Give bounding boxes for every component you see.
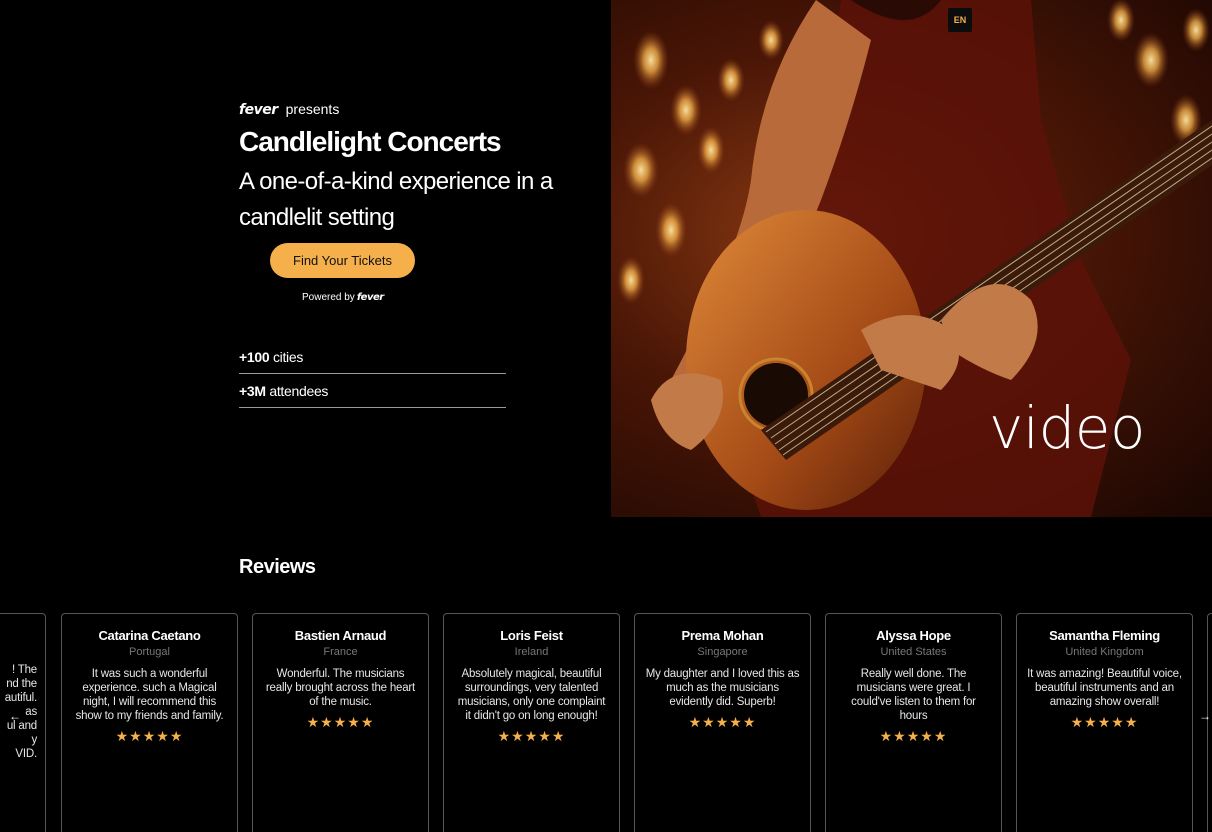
review-card: Bastien Arnaud France Wonderful. The mus…: [252, 613, 429, 832]
page-subtitle: A one-of-a-kind experience in a candleli…: [239, 168, 553, 231]
review-card: Prema Mohan Singapore My daughter and I …: [634, 613, 811, 832]
review-stars: ★★★★★: [688, 714, 757, 730]
stat-attendees-value: +3M: [239, 383, 266, 399]
review-country: United States: [880, 646, 947, 658]
review-text: Wonderful. The musicians really brought …: [265, 668, 416, 708]
review-country: France: [323, 646, 358, 658]
review-country: Portugal: [129, 646, 170, 658]
review-text: My daughter and I loved this as much as …: [645, 668, 800, 708]
stat-cities-value: +100: [239, 349, 270, 365]
video-label: video: [989, 394, 1145, 462]
review-text: Absolutely magical, beautiful surroundin…: [457, 668, 606, 722]
review-name: lva: [0, 628, 45, 643]
powered-by-logo: fever: [356, 292, 384, 303]
powered-by: Powered by fever: [302, 292, 384, 303]
stat-cities: +100 cities: [239, 349, 506, 374]
review-stars: ★★★★★: [879, 728, 948, 744]
review-card: Samantha Fleming United Kingdom It was a…: [1016, 613, 1193, 832]
review-country: Singapore: [697, 646, 748, 658]
presents-text: presents: [285, 101, 340, 117]
review-name: Bastien Arnaud: [294, 628, 387, 643]
carousel-prev-arrow-icon[interactable]: ←: [9, 709, 21, 723]
review-card: Alyssa Hope United States Really well do…: [825, 613, 1002, 832]
reviews-carousel[interactable]: lva ! The nd the autiful. as ul and y VI…: [0, 613, 1212, 832]
review-stars: ★★★★★: [1070, 714, 1139, 730]
review-name: Catarina Caetano: [98, 628, 201, 643]
review-stars: ★★★★★: [306, 714, 375, 730]
review-card: Loris Feist Ireland Absolutely magical, …: [443, 613, 620, 832]
brand-row: fever presents: [239, 101, 339, 118]
review-text: It was amazing! Beautiful voice, beautif…: [1027, 668, 1182, 708]
review-text: Really well done. The musicians were gre…: [851, 668, 976, 722]
hero-video[interactable]: EN video: [611, 0, 1212, 517]
language-selector[interactable]: EN: [948, 8, 972, 32]
review-country: Ireland: [514, 646, 549, 658]
review-stars: ★★★★★: [497, 728, 566, 744]
review-name: Alyssa Hope: [876, 628, 951, 643]
review-text: It was such a wonderful experience. such…: [75, 668, 224, 722]
review-card: Catarina Caetano Portugal It was such a …: [61, 613, 238, 832]
stat-attendees: +3M attendees: [239, 383, 506, 408]
find-tickets-button[interactable]: Find Your Tickets: [270, 243, 415, 278]
review-card-partial-left: lva ! The nd the autiful. as ul and y VI…: [0, 613, 46, 832]
reviews-heading: Reviews: [239, 556, 316, 578]
review-name: Samantha Fleming: [1049, 628, 1160, 643]
review-stars: ★★★★★: [115, 728, 184, 744]
stat-cities-label: cities: [272, 349, 304, 365]
hero-panel: fever presents Candlelight Concerts A on…: [0, 0, 611, 517]
fever-logo: fever: [239, 102, 278, 118]
review-country: United Kingdom: [1065, 646, 1144, 658]
carousel-next-arrow-icon[interactable]: →: [1199, 709, 1211, 723]
page-title: Candlelight Concerts: [239, 126, 502, 157]
stat-attendees-label: attendees: [269, 383, 329, 399]
review-name: Prema Mohan: [681, 628, 764, 643]
powered-by-text: Powered by: [302, 292, 355, 303]
review-name: Loris Feist: [500, 628, 563, 643]
